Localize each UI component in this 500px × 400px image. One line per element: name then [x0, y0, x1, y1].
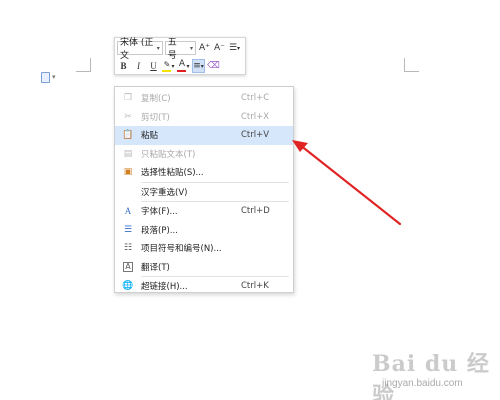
chevron-down-icon: ▾ — [52, 73, 56, 81]
underline-icon: U — [150, 61, 157, 71]
menu-item-shortcut: Ctrl+K — [241, 281, 269, 292]
italic-button[interactable]: I — [132, 59, 145, 73]
copy-icon: ❐ — [123, 93, 133, 104]
font-color-letter: A — [178, 59, 186, 69]
chevron-down-icon: ▾ — [189, 44, 193, 52]
menu-item-label: 翻译(T) — [141, 262, 170, 273]
paste-icon: 📋 — [122, 130, 134, 141]
menu-item-label: 粘贴 — [141, 131, 159, 142]
margin-mark-top-left-h — [76, 71, 91, 72]
format-painter-button[interactable]: ⌫ — [207, 59, 220, 73]
margin-mark-top-right-h — [404, 71, 419, 72]
line-spacing-icon: ☰ — [228, 43, 238, 53]
chevron-down-icon: ▾ — [200, 62, 204, 70]
menu-item-copy[interactable]: ❐ 复制(C) Ctrl+C — [115, 89, 293, 108]
highlight-button[interactable]: ✎ ▾ — [162, 59, 175, 73]
menu-item-shortcut: Ctrl+C — [241, 93, 270, 104]
document-options-icon[interactable]: ▾ — [41, 70, 63, 84]
menu-item-font[interactable]: A 字体(F)... Ctrl+D — [115, 202, 293, 221]
margin-mark-top-right-v — [404, 58, 405, 72]
arrow-head — [292, 140, 308, 152]
menu-item-hyperlink[interactable]: 🌐 超链接(H)... Ctrl+K — [115, 277, 293, 296]
watermark-url: jingyan.baidu.com — [382, 378, 463, 389]
chevron-down-icon: ▾ — [237, 44, 241, 52]
menu-item-label: 复制(C) — [141, 94, 171, 105]
document-icon — [41, 71, 50, 83]
menu-item-translate[interactable]: A 翻译(T) — [115, 258, 293, 277]
shrink-font-button[interactable]: A⁻ — [213, 41, 226, 55]
menu-item-label: 汉字重选(V) — [141, 187, 188, 198]
grow-font-icon: A⁺ — [199, 43, 210, 53]
menu-item-label: 剪切(T) — [141, 112, 170, 123]
font-name-select[interactable]: 宋体 (正文 ▾ — [117, 38, 163, 61]
highlight-icon: ✎ — [162, 60, 172, 72]
menu-item-shortcut: Ctrl+D — [241, 206, 270, 217]
shrink-font-icon: A⁻ — [214, 43, 225, 53]
paste-special-icon: ▣ — [123, 167, 133, 178]
menu-item-cut[interactable]: ✂ 剪切(T) Ctrl+X — [115, 108, 293, 127]
eraser-icon: ⌫ — [207, 61, 220, 71]
menu-item-label: 字体(F)... — [141, 207, 178, 218]
menu-item-shortcut: Ctrl+V — [241, 130, 270, 141]
mini-toolbar-row-1: 宋体 (正文 ▾ 五号 ▾ A⁺ A⁻ ☰ ▾ — [115, 38, 245, 61]
bold-button[interactable]: B — [117, 59, 130, 73]
translate-icon: A — [123, 261, 133, 272]
mini-toolbar-row-2: B I U ✎ ▾ A ▾ ≡ ▾ ⌫ — [115, 57, 245, 75]
chevron-down-icon: ▾ — [186, 62, 190, 70]
menu-item-label: 段落(P)... — [141, 225, 178, 236]
menu-item-paste-text-only[interactable]: ▤ 只粘贴文本(T) — [115, 145, 293, 164]
hyperlink-icon: 🌐 — [122, 281, 134, 292]
underline-button[interactable]: U — [147, 59, 160, 73]
menu-item-label: 只粘贴文本(T) — [141, 149, 196, 160]
menu-item-label: 超链接(H)... — [141, 282, 188, 293]
font-icon: A — [124, 206, 132, 217]
font-name-value: 宋体 (正文 — [120, 38, 154, 61]
font-size-select[interactable]: 五号 ▾ — [164, 38, 196, 61]
menu-item-bullets-numbering[interactable]: ☷ 项目符号和编号(N)... — [115, 239, 293, 258]
font-color-button[interactable]: A ▾ — [177, 59, 190, 73]
watermark-logo: Bai du 经验 — [372, 351, 490, 400]
chevron-down-icon: ▾ — [171, 62, 175, 70]
mini-toolbar: 宋体 (正文 ▾ 五号 ▾ A⁺ A⁻ ☰ ▾ B I U ✎ ▾ A ▾ ≡ ▾ ⌫ — [114, 37, 246, 75]
grow-font-button[interactable]: A⁺ — [198, 41, 211, 55]
menu-item-hanzi-reselect[interactable]: 汉字重选(V) — [115, 183, 293, 202]
paste-text-icon: ▤ — [123, 148, 133, 159]
watermark: Bai du 经验 jingyan.baidu.com — [368, 346, 496, 400]
bold-icon: B — [120, 61, 127, 71]
align-button[interactable]: ≡ ▾ — [192, 59, 205, 73]
chevron-down-icon: ▾ — [156, 44, 160, 52]
font-color-icon: A — [177, 59, 187, 72]
line-spacing-button[interactable]: ☰ ▾ — [228, 41, 241, 55]
arrow-shaft — [298, 143, 402, 226]
menu-item-shortcut: Ctrl+X — [241, 111, 270, 122]
menu-item-paragraph[interactable]: ☰ 段落(P)... — [115, 221, 293, 240]
paragraph-icon: ☰ — [123, 224, 133, 235]
menu-item-label: 选择性粘贴(S)... — [141, 168, 204, 179]
cut-icon: ✂ — [124, 111, 132, 122]
font-size-value: 五号 — [167, 38, 177, 61]
margin-mark-top-left-v — [90, 58, 91, 72]
align-icon: ≡ — [193, 61, 201, 71]
italic-icon: I — [137, 61, 140, 71]
bullets-icon: ☷ — [123, 243, 133, 254]
menu-item-label: 项目符号和编号(N)... — [141, 244, 222, 255]
menu-item-paste-special[interactable]: ▣ 选择性粘贴(S)... — [115, 163, 293, 182]
menu-item-paste[interactable]: 📋 粘贴 Ctrl+V — [115, 126, 293, 145]
context-menu: ❐ 复制(C) Ctrl+C ✂ 剪切(T) Ctrl+X 📋 粘贴 Ctrl+… — [114, 86, 294, 293]
